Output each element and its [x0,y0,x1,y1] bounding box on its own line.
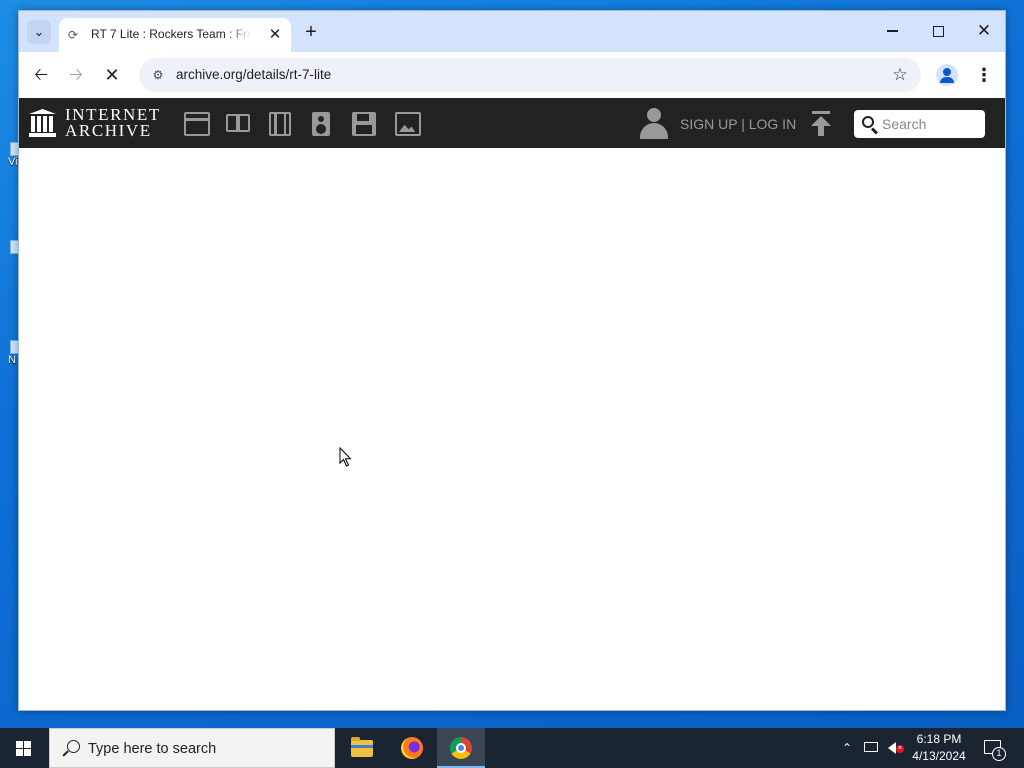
clock-time: 6:18 PM [916,732,962,746]
user-icon[interactable] [640,108,668,140]
profile-avatar-button[interactable] [936,64,958,86]
site-info-icon[interactable]: ⚙ [149,66,167,84]
desktop-shortcut[interactable]: N [0,340,20,366]
stop-loading-button[interactable]: ✕ [98,61,126,89]
tab-title: RT 7 Lite : Rockers Team : Free Download… [91,27,251,41]
back-button[interactable]: 🡠 [27,61,55,89]
close-icon: ✕ [976,21,992,40]
minimize-icon [886,30,898,32]
file-explorer-taskbar-button[interactable] [338,728,386,768]
person-icon [943,68,951,76]
arrow-right-icon: 🡢 [69,65,83,84]
volume-tray-button[interactable]: × [884,728,906,768]
start-button[interactable] [0,728,48,768]
close-window-button[interactable]: ✕ [961,17,1007,45]
chrome-window: ⌄ ⟳ RT 7 Lite : Rockers Team : Free Down… [18,10,1006,711]
video-icon[interactable] [269,112,291,136]
desktop-shortcut[interactable] [0,240,20,254]
forward-button[interactable]: 🡢 [62,61,90,89]
signup-login-link[interactable]: SIGN UP | LOG IN [680,116,796,132]
bookmark-star-icon[interactable]: ☆ [889,64,911,86]
network-tray-button[interactable] [860,728,882,768]
minimize-button[interactable] [869,17,915,45]
folder-icon [351,737,373,757]
action-center-button[interactable]: 1 [976,728,1020,768]
plus-icon: + [305,21,317,43]
firefox-taskbar-button[interactable] [388,728,436,768]
speaker-muted-icon [888,742,896,754]
firefox-icon [401,737,423,759]
chevron-up-icon: ⌃ [841,741,853,755]
show-hidden-icons-button[interactable]: ⌃ [838,728,856,768]
address-bar[interactable]: ⚙ archive.org/details/rt-7-lite ☆ [139,58,921,92]
tab-close-icon[interactable]: ✕ [265,25,285,45]
more-vertical-icon: ⋮ [975,65,993,85]
ia-search-input[interactable] [882,114,980,134]
chevron-down-icon: ⌄ [33,24,45,39]
maximize-button[interactable] [915,17,961,45]
ia-logo-icon[interactable] [29,109,56,137]
taskbar: Type here to search ⌃ × 6:18 PM 4/13/202… [0,728,1024,768]
tab-strip: ⌄ ⟳ RT 7 Lite : Rockers Team : Free Down… [19,11,1005,52]
software-icon[interactable] [352,112,376,136]
chrome-taskbar-button[interactable] [437,728,485,768]
page-content-blank [19,148,1005,710]
search-icon [862,116,879,135]
upload-icon[interactable] [809,111,833,137]
ia-wordmark[interactable]: INTERNET ARCHIVE [65,106,161,140]
search-icon [62,740,81,758]
ia-wordmark-line2: ARCHIVE [65,121,152,140]
browser-tab-active[interactable]: ⟳ RT 7 Lite : Rockers Team : Free Downlo… [59,18,291,52]
arrow-left-icon: 🡠 [34,65,48,84]
clock-date: 4/13/2024 [912,749,966,763]
texts-icon[interactable] [226,112,252,136]
images-icon[interactable] [395,112,421,136]
taskbar-clock[interactable]: 6:18 PM 4/13/2024 [908,731,970,765]
browser-toolbar: 🡠 🡢 ✕ ⚙ archive.org/details/rt-7-lite ☆ … [19,52,1005,98]
ia-top-nav: INTERNET ARCHIVE SIGN UP | LOG IN [19,98,1005,148]
close-icon: ✕ [104,65,120,85]
audio-icon[interactable] [312,112,330,136]
new-tab-button[interactable]: + [299,20,323,44]
notification-count-badge: 1 [992,747,1006,761]
loading-icon: ⟳ [68,28,79,42]
mouse-cursor-icon [339,447,352,467]
tab-search-button[interactable]: ⌄ [27,20,51,44]
taskbar-search-box[interactable]: Type here to search [49,728,335,768]
ia-search-box[interactable] [854,110,985,138]
chrome-menu-button[interactable]: ⋮ [974,61,994,89]
network-icon [864,742,878,752]
taskbar-search-placeholder: Type here to search [88,741,217,757]
desktop-shortcut[interactable]: Vi [0,142,20,168]
maximize-icon [932,25,944,37]
url-text[interactable]: archive.org/details/rt-7-lite [176,67,331,82]
web-icon[interactable] [184,112,210,136]
